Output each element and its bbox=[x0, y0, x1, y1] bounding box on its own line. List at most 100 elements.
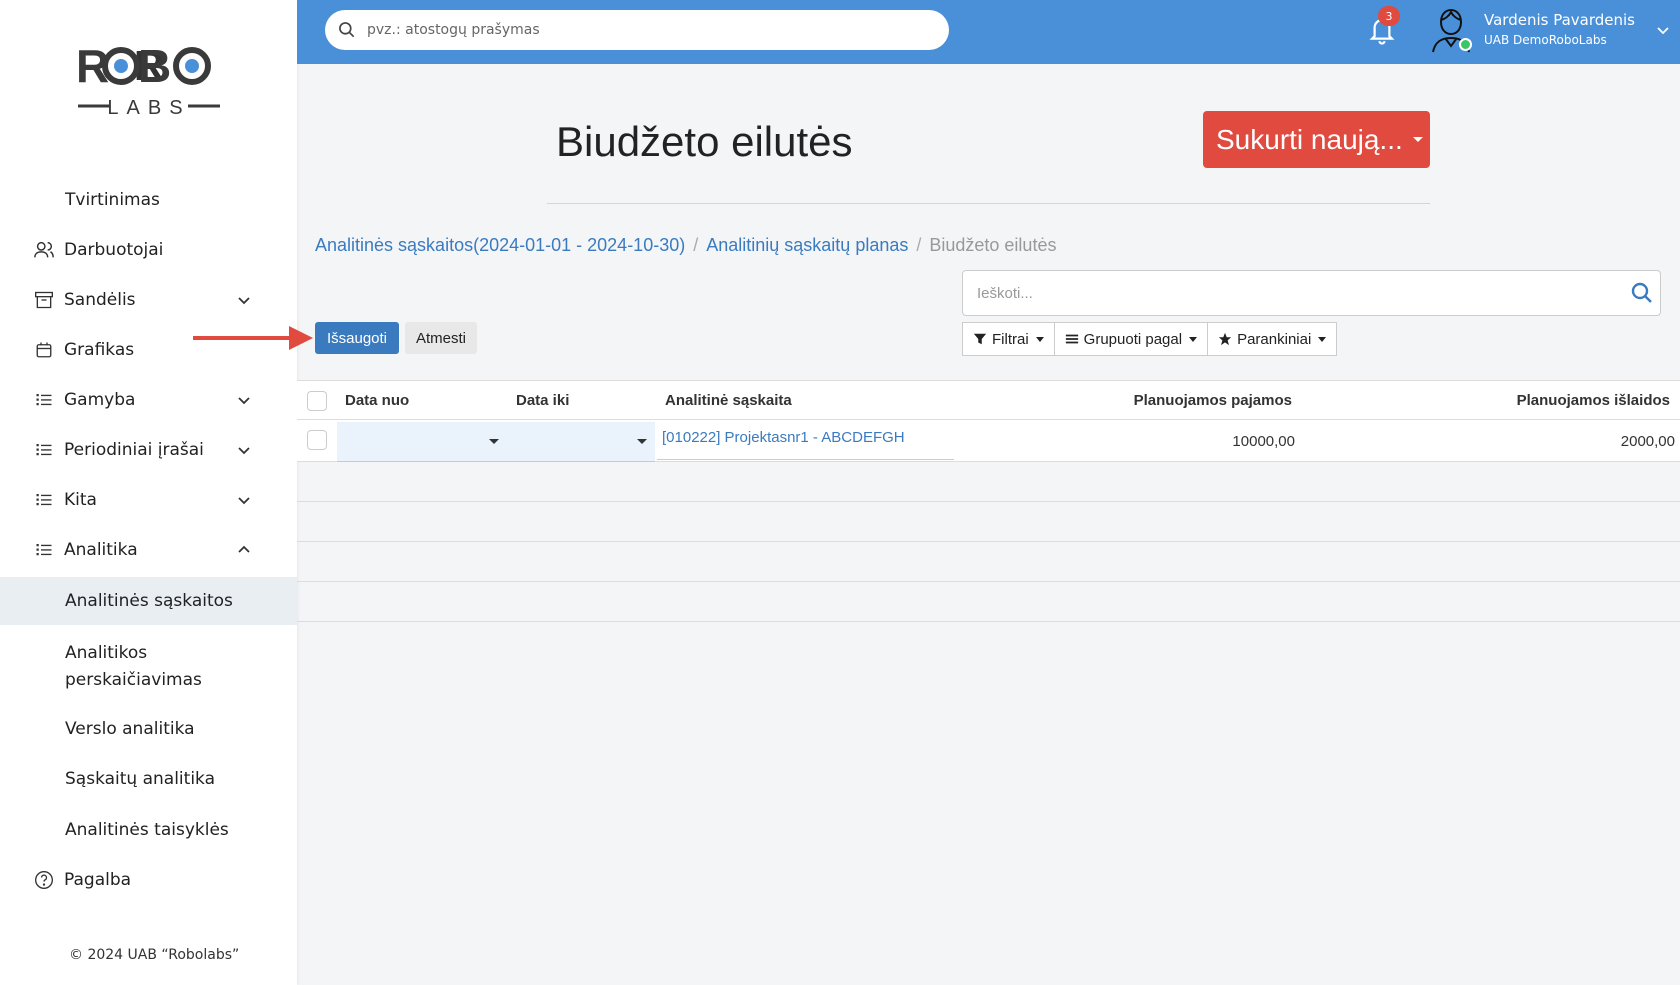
records-search bbox=[962, 270, 1661, 316]
sidebar-item-gamyba[interactable]: Gamyba bbox=[0, 376, 297, 424]
caret-down-icon[interactable] bbox=[637, 439, 647, 444]
table-row[interactable]: [010222] Projektasnr1 - ABCDEFGH 10000,0… bbox=[297, 420, 1680, 462]
analytic-account-link[interactable]: [010222] Projektasnr1 - ABCDEFGH bbox=[662, 429, 905, 446]
sidebar-item-pagalba[interactable]: Pagalba bbox=[0, 856, 297, 904]
list-icon bbox=[33, 539, 55, 561]
sidebar-item-label: Analitinės sąskaitos bbox=[65, 591, 233, 611]
sidebar-item-label: Analitikos perskaičiavimas bbox=[65, 643, 202, 690]
users-icon bbox=[33, 239, 55, 261]
chevron-down-icon bbox=[238, 497, 250, 505]
sidebar-item-sandelis[interactable]: Sandėlis bbox=[0, 276, 297, 324]
sidebar-item-label: Tvirtinimas bbox=[65, 190, 160, 210]
search-icon[interactable] bbox=[1630, 281, 1654, 305]
sidebar-item-label: Analitika bbox=[64, 540, 138, 560]
row-checkbox[interactable] bbox=[307, 430, 327, 450]
column-header[interactable]: Data nuo bbox=[345, 392, 409, 409]
title-divider bbox=[547, 203, 1430, 204]
sidebar-item-periodiniai-irasai[interactable]: Periodiniai įrašai bbox=[0, 426, 297, 474]
column-header[interactable]: Planuojamos pajamos bbox=[1134, 392, 1292, 409]
records-search-input[interactable] bbox=[977, 271, 1597, 315]
group-by-button[interactable]: Grupuoti pagal bbox=[1053, 322, 1209, 356]
chevron-down-icon bbox=[238, 397, 250, 405]
discard-button[interactable]: Atmesti bbox=[405, 322, 477, 354]
caret-down-icon bbox=[1318, 336, 1327, 342]
column-header[interactable]: Planuojamos išlaidos bbox=[1517, 392, 1670, 409]
breadcrumb: Analitinės sąskaitos(2024-01-01 - 2024-1… bbox=[315, 235, 1056, 256]
breadcrumb-item[interactable]: Analitinės sąskaitos(2024-01-01 - 2024-1… bbox=[315, 235, 685, 256]
sidebar-item-verslo-analitika[interactable]: Verslo analitika bbox=[0, 705, 297, 753]
empty-row bbox=[297, 462, 1680, 502]
date-to-field[interactable] bbox=[507, 422, 655, 462]
user-company[interactable]: UAB DemoRoboLabs bbox=[1484, 33, 1607, 47]
help-circle-icon bbox=[33, 869, 55, 891]
page-title: Biudžeto eilutės bbox=[556, 118, 853, 165]
sidebar-item-saskaitu-analitika[interactable]: Sąskaitų analitika bbox=[0, 755, 297, 803]
caret-down-icon bbox=[1412, 137, 1423, 142]
user-name[interactable]: Vardenis Pavardenis bbox=[1484, 11, 1635, 29]
archive-icon bbox=[33, 289, 55, 311]
table-header: Data nuo Data iki Analitinė sąskaita Pla… bbox=[297, 380, 1680, 420]
sidebar-item-label: Grafikas bbox=[64, 340, 135, 360]
empty-row bbox=[297, 582, 1680, 622]
column-header[interactable]: Data iki bbox=[516, 392, 569, 409]
sidebar: R R B LABS Tvirtinimas Darbuotojai Sandė… bbox=[0, 0, 297, 985]
svg-text:LABS: LABS bbox=[107, 97, 190, 119]
breadcrumb-item[interactable]: Analitinių sąskaitų planas bbox=[706, 235, 908, 256]
sidebar-item-label: Sąskaitų analitika bbox=[65, 769, 216, 789]
filters-button[interactable]: Filtrai bbox=[962, 322, 1055, 356]
caret-down-icon[interactable] bbox=[489, 439, 499, 444]
list-icon bbox=[33, 439, 55, 461]
sidebar-item-darbuotojai[interactable]: Darbuotojai bbox=[0, 226, 297, 274]
favorites-button[interactable]: Parankiniai bbox=[1207, 322, 1338, 356]
create-new-button[interactable]: Sukurti naują... bbox=[1203, 111, 1430, 168]
planned-income-cell[interactable]: 10000,00 bbox=[1232, 433, 1295, 450]
sidebar-item-label: Kita bbox=[64, 490, 97, 510]
search-icon bbox=[339, 22, 355, 38]
analytic-account-field[interactable]: [010222] Projektasnr1 - ABCDEFGH bbox=[657, 420, 954, 460]
calendar-icon bbox=[33, 339, 55, 361]
sidebar-item-label: Sandėlis bbox=[64, 290, 136, 310]
sidebar-item-kita[interactable]: Kita bbox=[0, 476, 297, 524]
sidebar-item-tvirtinimas[interactable]: Tvirtinimas bbox=[0, 176, 297, 224]
sidebar-item-label: Darbuotojai bbox=[64, 240, 164, 260]
empty-row bbox=[297, 542, 1680, 582]
search-options: Filtrai Grupuoti pagal Parankiniai bbox=[962, 322, 1338, 356]
breadcrumb-separator: / bbox=[916, 235, 922, 255]
sidebar-item-label: Gamyba bbox=[64, 390, 136, 410]
topbar: 3 Vardenis Pavardenis UAB DemoRoboLabs bbox=[297, 0, 1680, 64]
save-button[interactable]: Išsaugoti bbox=[315, 322, 399, 354]
caret-down-icon bbox=[1035, 336, 1044, 342]
global-search-input[interactable] bbox=[367, 10, 927, 50]
chevron-down-icon[interactable] bbox=[1655, 22, 1671, 38]
sidebar-footer: © 2024 UAB “Robolabs” bbox=[69, 947, 240, 963]
sidebar-item-analitines-taisykles[interactable]: Analitinės taisyklės bbox=[0, 806, 297, 854]
list-icon bbox=[33, 489, 55, 511]
sidebar-item-label: Verslo analitika bbox=[65, 719, 195, 739]
empty-row bbox=[297, 502, 1680, 542]
bars-icon bbox=[1065, 334, 1078, 344]
svg-text:B: B bbox=[138, 40, 171, 92]
notification-badge: 3 bbox=[1378, 6, 1400, 26]
star-icon bbox=[1218, 332, 1232, 346]
chevron-up-icon bbox=[238, 545, 250, 553]
sidebar-item-label: Pagalba bbox=[64, 870, 132, 890]
global-search bbox=[325, 10, 949, 50]
filter-icon bbox=[973, 333, 987, 345]
arrow-right-icon bbox=[193, 326, 313, 350]
robolabs-logo[interactable]: R R B LABS bbox=[74, 40, 224, 120]
caret-down-icon bbox=[1189, 336, 1198, 342]
select-all-checkbox[interactable] bbox=[307, 391, 327, 411]
chevron-down-icon bbox=[238, 447, 250, 455]
planned-expense-cell[interactable]: 2000,00 bbox=[1621, 433, 1675, 450]
list-icon bbox=[33, 389, 55, 411]
sidebar-item-analitines-saskaitos[interactable]: Analitinės sąskaitos bbox=[0, 577, 297, 625]
sidebar-item-analitika[interactable]: Analitika bbox=[0, 526, 297, 574]
sidebar-item-label: Analitinės taisyklės bbox=[65, 820, 229, 840]
breadcrumb-current: Biudžeto eilutės bbox=[929, 235, 1057, 255]
sidebar-item-label: Periodiniai įrašai bbox=[64, 440, 204, 460]
breadcrumb-separator: / bbox=[693, 235, 699, 255]
date-from-field[interactable] bbox=[337, 422, 507, 462]
column-header[interactable]: Analitinė sąskaita bbox=[665, 392, 792, 409]
sidebar-item-analitikos-perskaiciavimas[interactable]: Analitikos perskaičiavimas bbox=[0, 636, 297, 696]
online-status-dot bbox=[1459, 38, 1472, 51]
